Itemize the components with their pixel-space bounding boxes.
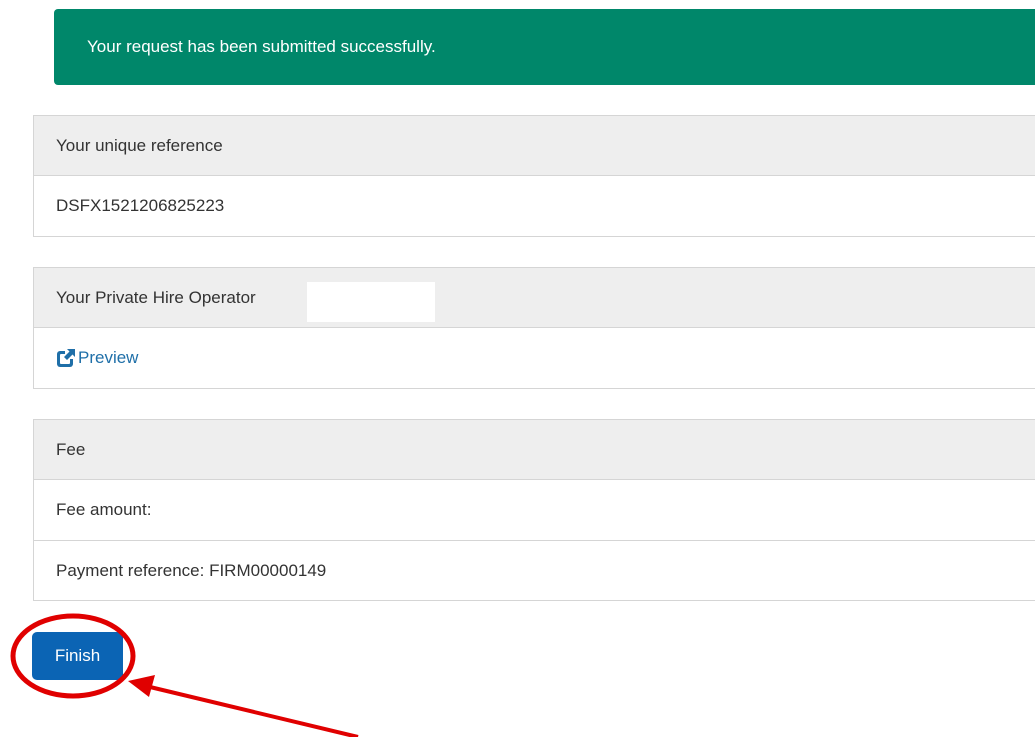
fee-heading-text: Fee (56, 440, 86, 459)
fee-amount-label: Fee amount: (56, 500, 152, 519)
reference-heading-text: Your unique reference (56, 136, 223, 155)
reference-panel-heading: Your unique reference (34, 116, 1035, 176)
preview-label: Preview (78, 348, 139, 367)
fee-panel: Fee Fee amount: Payment reference: FIRM0… (33, 419, 1035, 601)
redacted-operator-name (307, 282, 435, 322)
payment-reference-text: Payment reference: FIRM00000149 (56, 561, 327, 580)
success-alert-message: Your request has been submitted successf… (87, 37, 436, 56)
preview-link[interactable]: Preview (56, 328, 138, 388)
preview-row: Preview (34, 328, 1035, 388)
operator-heading-text: Your Private Hire Operator (56, 288, 256, 307)
payment-reference-row: Payment reference: FIRM00000149 (34, 540, 1035, 600)
operator-panel: Your Private Hire Operator Preview (33, 267, 1035, 389)
fee-panel-heading: Fee (34, 420, 1035, 480)
finish-button[interactable]: Finish (32, 632, 123, 680)
operator-panel-heading: Your Private Hire Operator (34, 268, 1035, 328)
reference-panel: Your unique reference DSFX1521206825223 (33, 115, 1035, 237)
external-link-icon (56, 348, 76, 368)
success-alert: Your request has been submitted successf… (54, 9, 1035, 85)
confirmation-page: Your request has been submitted successf… (0, 0, 1035, 737)
fee-amount-row: Fee amount: (34, 480, 1035, 540)
reference-value: DSFX1521206825223 (56, 196, 225, 215)
annotation-arrow-shaft (149, 685, 359, 737)
annotation-arrow-head (128, 675, 155, 697)
reference-value-row: DSFX1521206825223 (34, 176, 1035, 236)
